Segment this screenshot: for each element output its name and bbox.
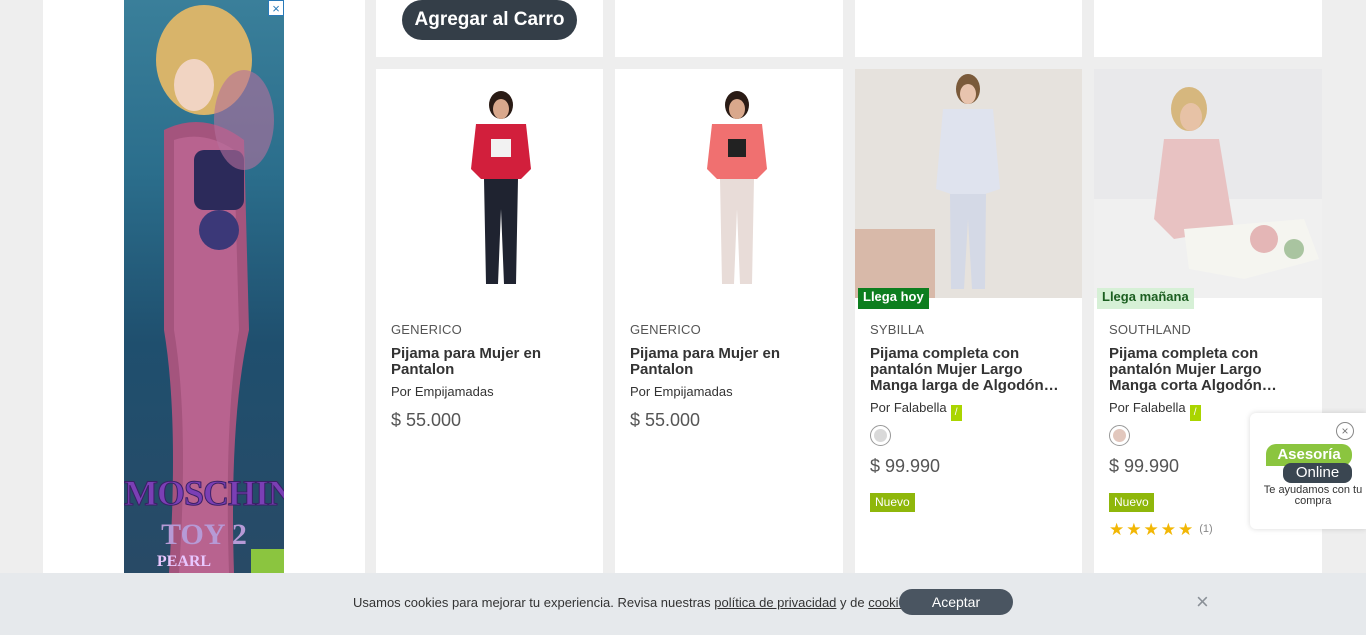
product-seller: Por Empijamadas — [391, 384, 494, 399]
product-price: $ 55.000 — [630, 410, 701, 430]
seller-name: Por Falabella — [870, 400, 947, 415]
new-badge: Nuevo — [1109, 493, 1154, 512]
product-image[interactable] — [376, 69, 603, 298]
falabella-logo-icon: / — [1189, 405, 1201, 421]
chat-logo-line2: Online — [1283, 463, 1352, 483]
star-icons: ★★★★★ — [1109, 520, 1196, 539]
cookie-text-middle: y de — [836, 595, 869, 610]
product-image[interactable] — [855, 69, 1082, 298]
ad-brand-name: MOSCHINO — [124, 473, 284, 514]
ad-falabella-logo-icon — [251, 549, 284, 573]
product-card[interactable]: GENERICO Pijama para Mujer en Pantalon P… — [376, 69, 603, 573]
swatch-color — [1113, 429, 1126, 442]
ad-close-icon[interactable]: × — [268, 0, 284, 16]
product-brand: SOUTHLAND — [1109, 322, 1191, 337]
color-swatch[interactable] — [870, 425, 891, 446]
product-card[interactable]: GENERICO Pijama para Mujer en Pantalon P… — [615, 69, 843, 573]
cookie-consent-bar: Usamos cookies para mejorar tu experienc… — [0, 573, 1366, 635]
seller-name: Por Falabella — [1109, 400, 1186, 415]
product-brand: GENERICO — [630, 322, 701, 337]
product-title[interactable]: Pijama completa con pantalón Mujer Largo… — [1109, 346, 1309, 394]
cookie-message: Usamos cookies para mejorar tu experienc… — [353, 595, 916, 610]
product-seller: Por Empijamadas — [630, 384, 733, 399]
product-price: $ 99.990 — [1109, 456, 1180, 476]
product-title[interactable]: Pijama para Mujer en Pantalon — [391, 346, 591, 378]
product-card-top-2 — [615, 0, 843, 57]
product-price: $ 99.990 — [870, 456, 941, 476]
product-title[interactable]: Pijama para Mujer en Pantalon — [630, 346, 830, 378]
chat-close-icon[interactable]: × — [1336, 422, 1354, 440]
privacy-policy-link[interactable]: política de privacidad — [714, 595, 836, 610]
product-card[interactable]: Llega hoy SYBILLA Pijama completa con pa… — [855, 69, 1082, 573]
color-swatch[interactable] — [1109, 425, 1130, 446]
ad-product-name: TOY 2 — [161, 518, 247, 551]
product-title[interactable]: Pijama completa con pantalón Mujer Largo… — [870, 346, 1070, 394]
product-card-top-1: Agregar al Carro — [376, 0, 603, 57]
online-help-widget[interactable]: × Asesoría Online Te ayudamos con tu com… — [1250, 413, 1366, 529]
product-card-top-4 — [1094, 0, 1322, 57]
product-price: $ 55.000 — [391, 410, 462, 430]
swatch-color — [874, 429, 887, 442]
product-card-top-3 — [855, 0, 1082, 57]
chat-tagline: Te ayudamos con tu compra — [1263, 484, 1363, 507]
add-to-cart-button[interactable]: Agregar al Carro — [402, 0, 577, 40]
advertisement-banner[interactable]: × MOSCHINO TOY 2 PEARL — [124, 0, 284, 573]
shipping-badge: Llega hoy — [858, 288, 929, 309]
new-badge: Nuevo — [870, 493, 915, 512]
ad-product-variant: PEARL — [156, 553, 212, 570]
product-brand: SYBILLA — [870, 322, 925, 337]
product-seller: Por Falabella / — [870, 400, 962, 421]
accept-cookies-button[interactable]: Aceptar — [899, 589, 1013, 615]
product-brand: GENERICO — [391, 322, 462, 337]
shipping-badge: Llega mañana — [1097, 288, 1194, 309]
close-icon[interactable]: × — [1196, 591, 1209, 613]
product-seller: Por Falabella / — [1109, 400, 1201, 421]
rating-count: (1) — [1199, 523, 1213, 535]
product-image[interactable] — [615, 69, 843, 298]
cookie-text-before: Usamos cookies para mejorar tu experienc… — [353, 595, 715, 610]
product-image[interactable] — [1094, 69, 1322, 298]
rating-stars: ★★★★★ (1) — [1109, 520, 1213, 540]
falabella-logo-icon: / — [950, 405, 962, 421]
